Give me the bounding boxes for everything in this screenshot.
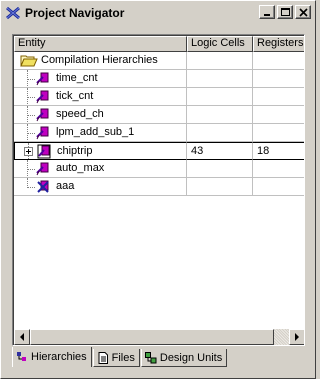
close-button[interactable] bbox=[295, 5, 311, 19]
tree-item-label: speed_ch bbox=[56, 108, 104, 120]
registers-value bbox=[253, 160, 304, 178]
design-units-icon bbox=[144, 351, 157, 363]
registers-value bbox=[253, 88, 304, 106]
tree-item-label: aaa bbox=[56, 180, 75, 192]
logic-cells-value bbox=[187, 178, 253, 196]
registers-value: 18 bbox=[253, 142, 304, 160]
tree-item-label: tick_cnt bbox=[56, 90, 94, 102]
arrow-right-icon bbox=[295, 333, 299, 341]
logic-cells-value bbox=[187, 88, 253, 106]
file-icon bbox=[98, 351, 108, 364]
logic-cells-value: 43 bbox=[187, 142, 253, 160]
registers-value bbox=[253, 52, 304, 70]
tab-design-units[interactable]: Design Units bbox=[140, 349, 228, 367]
tab-hierarchies[interactable]: Hierarchies bbox=[12, 347, 92, 367]
tree-item-label: time_cnt bbox=[56, 72, 98, 84]
logic-cells-value bbox=[187, 160, 253, 178]
registers-value bbox=[253, 178, 304, 196]
column-header-logic-cells[interactable]: Logic Cells bbox=[187, 36, 253, 52]
window-title: Project Navigator bbox=[25, 6, 125, 20]
registers-value bbox=[253, 106, 304, 124]
scroll-thumb[interactable] bbox=[30, 329, 274, 345]
tree-row-time-cnt[interactable]: time_cnt bbox=[14, 70, 304, 88]
tree-item-label: Compilation Hierarchies bbox=[41, 54, 158, 66]
entity-icon bbox=[36, 90, 49, 104]
entity-icon bbox=[36, 72, 49, 86]
tree-row-speed-ch[interactable]: speed_ch bbox=[14, 106, 304, 124]
entity-icon bbox=[36, 162, 49, 176]
tab-label: Design Units bbox=[159, 351, 223, 364]
tree-row-lpm-add-sub-1[interactable]: lpm_add_sub_1 bbox=[14, 124, 304, 142]
logic-cells-value bbox=[187, 106, 253, 124]
tree-row-aaa[interactable]: aaa bbox=[14, 178, 304, 196]
tree-row-auto-max[interactable]: auto_max bbox=[14, 160, 304, 178]
logic-cells-value bbox=[187, 124, 253, 142]
tab-label: Files bbox=[111, 351, 135, 364]
app-icon bbox=[6, 6, 20, 20]
minimize-icon bbox=[264, 14, 270, 16]
maximize-button[interactable] bbox=[277, 5, 293, 19]
folder-open-icon bbox=[20, 55, 38, 67]
tree-item-label: lpm_add_sub_1 bbox=[56, 126, 135, 138]
entity-error-icon bbox=[37, 180, 49, 193]
tree-item-label: auto_max bbox=[56, 162, 105, 174]
minimize-button[interactable] bbox=[259, 5, 275, 19]
tree-row-tick-cnt[interactable]: tick_cnt bbox=[14, 88, 304, 106]
registers-value bbox=[253, 70, 304, 88]
scroll-track[interactable] bbox=[30, 329, 289, 345]
hierarchy-icon bbox=[17, 352, 26, 361]
scroll-right-button[interactable] bbox=[289, 329, 304, 345]
title-bar[interactable]: Project Navigator bbox=[3, 3, 313, 23]
arrow-left-icon bbox=[20, 333, 24, 341]
tree-row-chiptrip[interactable]: chiptrip 43 18 bbox=[14, 142, 304, 160]
logic-cells-value bbox=[187, 70, 253, 88]
tree-item-label: chiptrip bbox=[57, 145, 93, 157]
tab-label: Hierarchies bbox=[31, 351, 87, 363]
horizontal-scrollbar[interactable] bbox=[14, 329, 304, 345]
close-icon bbox=[299, 8, 308, 17]
project-navigator-window: Project Navigator Entity Logic Cells Reg… bbox=[0, 0, 316, 379]
column-header-registers[interactable]: Registers bbox=[253, 36, 304, 52]
hierarchy-table: Entity Logic Cells Registers Compilation… bbox=[12, 34, 305, 346]
entity-icon bbox=[37, 144, 51, 159]
navigator-tabs: Hierarchies Files Design Units bbox=[12, 347, 228, 369]
expand-toggle[interactable] bbox=[24, 147, 33, 156]
column-header-entity[interactable]: Entity bbox=[14, 36, 187, 52]
tree-row-compilation-hierarchies[interactable]: Compilation Hierarchies bbox=[14, 52, 304, 70]
table-header: Entity Logic Cells Registers bbox=[14, 36, 304, 52]
entity-icon bbox=[36, 126, 49, 140]
tab-files[interactable]: Files bbox=[92, 349, 140, 367]
logic-cells-value bbox=[187, 52, 253, 70]
maximize-icon bbox=[281, 8, 290, 16]
registers-value bbox=[253, 124, 304, 142]
entity-icon bbox=[36, 108, 49, 122]
scroll-left-button[interactable] bbox=[14, 329, 30, 345]
